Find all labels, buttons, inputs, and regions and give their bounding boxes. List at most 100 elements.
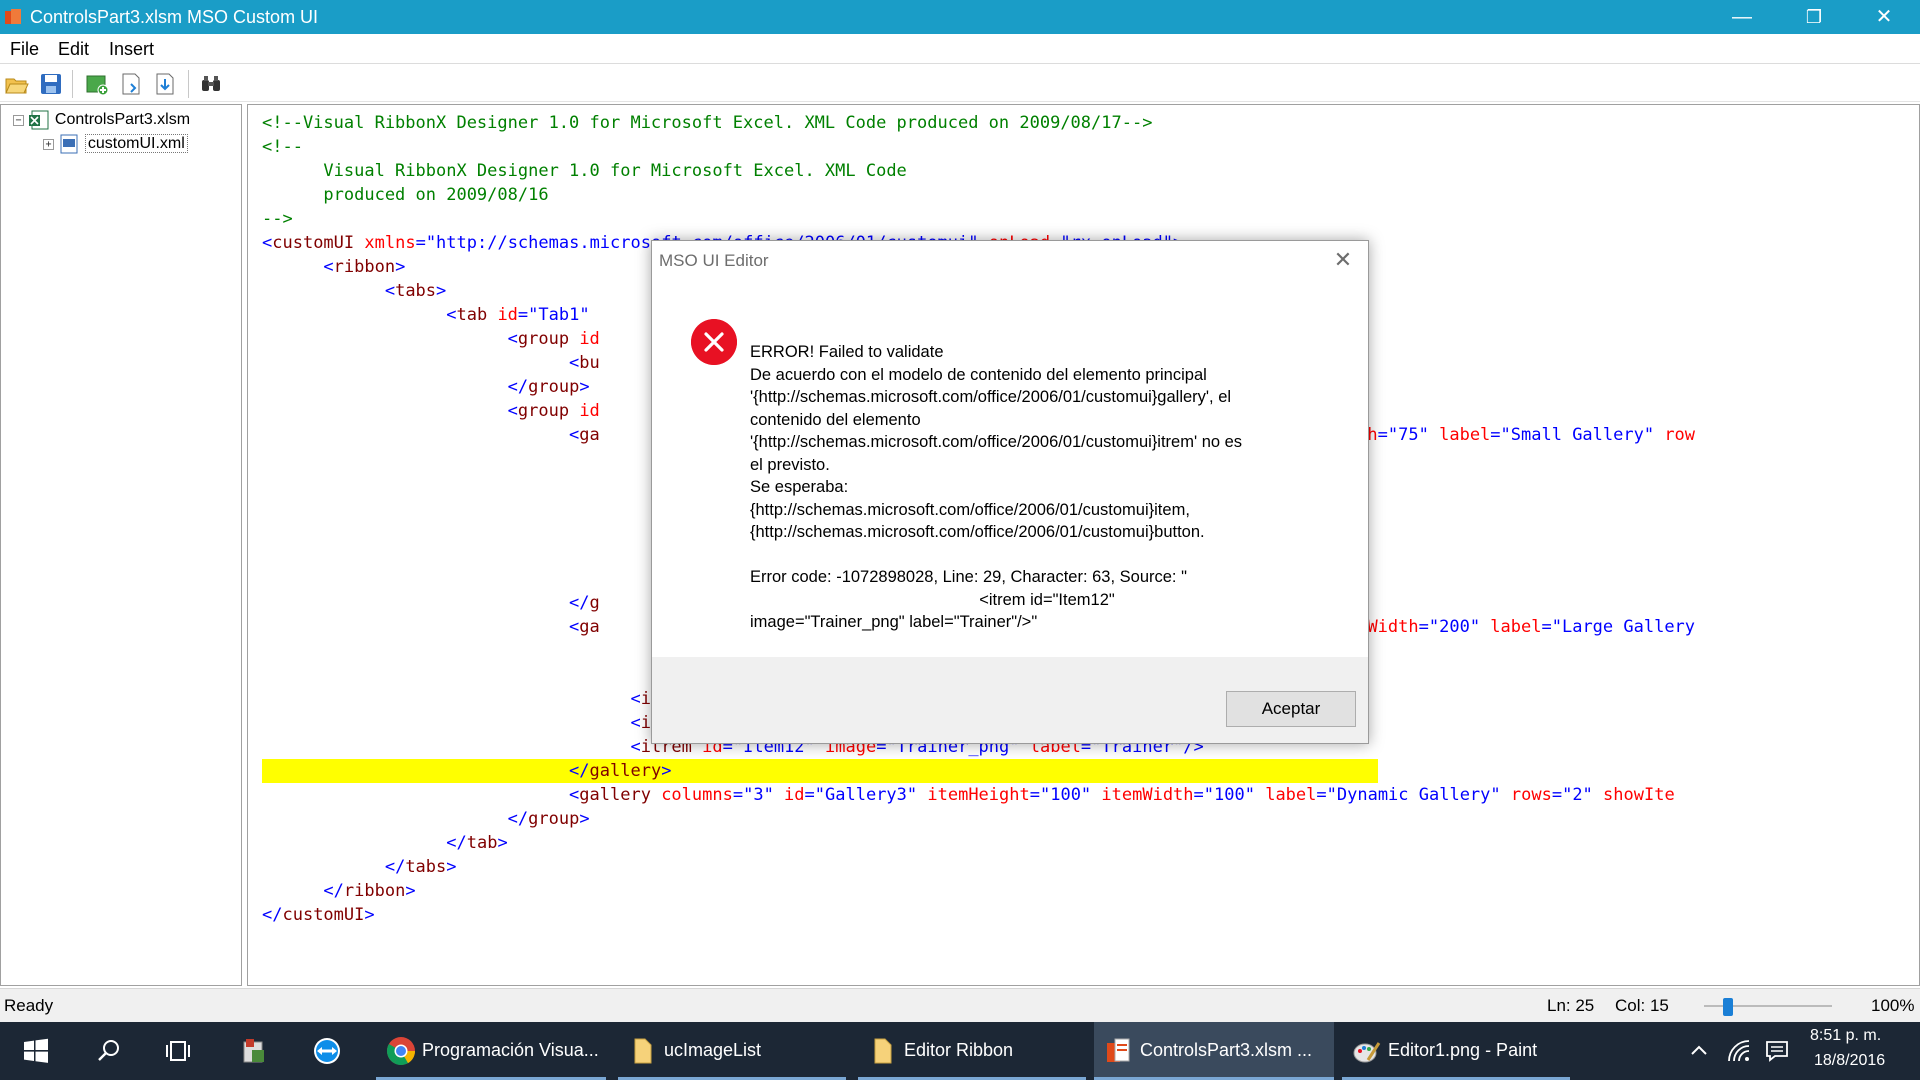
code-token: </ bbox=[507, 377, 529, 397]
code-token: ribbon bbox=[343, 881, 406, 901]
code-token: tab bbox=[466, 833, 498, 853]
menu-file[interactable]: File bbox=[10, 39, 39, 60]
excel-file-icon bbox=[29, 110, 49, 130]
taskbar-app-custom-ui-editor[interactable]: ControlsPart3.xlsm ... bbox=[1094, 1022, 1334, 1080]
code-token: = bbox=[1316, 785, 1327, 805]
code-token: > bbox=[579, 377, 590, 397]
code-token: g bbox=[589, 593, 600, 613]
taskbar-app-paint[interactable]: Editor1.png - Paint bbox=[1342, 1022, 1570, 1080]
zoom-level: 100% bbox=[1871, 996, 1915, 1015]
code-token: "Gallery3" bbox=[814, 785, 918, 805]
message-line: image="Trainer_png" label="Trainer"/>" bbox=[750, 613, 1038, 631]
code-line: Visual RibbonX Designer 1.0 for Microsof… bbox=[262, 159, 907, 183]
zoom-slider-thumb[interactable] bbox=[1723, 998, 1733, 1016]
code-token: ga bbox=[579, 617, 600, 637]
close-button[interactable]: ✕ bbox=[1848, 0, 1920, 34]
code-token: row bbox=[1654, 425, 1696, 445]
code-token: tabs bbox=[395, 281, 437, 301]
code-line: <ribbon> bbox=[262, 255, 405, 279]
line-indicator: Ln: 25 bbox=[1547, 996, 1595, 1015]
search-icon[interactable] bbox=[94, 1036, 124, 1066]
taskbar-app-ucimagelist[interactable]: ucImageList bbox=[618, 1022, 846, 1080]
menu-edit[interactable]: Edit bbox=[58, 39, 89, 60]
save-icon[interactable] bbox=[38, 71, 64, 97]
tree-item-customui[interactable]: + customUI.xml bbox=[43, 133, 188, 155]
restore-button[interactable]: ❐ bbox=[1778, 0, 1850, 34]
open-icon[interactable] bbox=[4, 71, 30, 97]
message-line: '{http://schemas.microsoft.com/office/20… bbox=[750, 388, 1232, 406]
code-token: > bbox=[436, 281, 447, 301]
code-token: < bbox=[569, 617, 580, 637]
code-line: </group> bbox=[262, 375, 590, 399]
message-line bbox=[750, 544, 1310, 567]
code-token: = bbox=[415, 233, 426, 253]
dialog-close-icon[interactable]: ✕ bbox=[1328, 245, 1358, 275]
insert-icons-icon[interactable] bbox=[84, 71, 110, 97]
code-token: group bbox=[528, 809, 580, 829]
error-dialog: MSO UI Editor ✕ ERROR! Failed to validat… bbox=[651, 240, 1369, 744]
code-token: > bbox=[405, 881, 416, 901]
code-token: < bbox=[569, 353, 580, 373]
wifi-icon[interactable] bbox=[1726, 1038, 1752, 1064]
action-center-icon[interactable] bbox=[1764, 1038, 1790, 1064]
code-token: < bbox=[630, 713, 641, 733]
code-token: </ bbox=[323, 881, 344, 901]
clock-date[interactable]: 18/8/2016 bbox=[1814, 1052, 1885, 1070]
code-token: group bbox=[517, 329, 570, 349]
code-token: = bbox=[1551, 785, 1563, 805]
code-token: "2" bbox=[1562, 785, 1593, 805]
windows-start-icon[interactable] bbox=[21, 1036, 51, 1066]
window-title: ControlsPart3.xlsm MSO Custom UI bbox=[30, 7, 319, 27]
tree-label-workbook: ControlsPart3.xlsm bbox=[54, 111, 191, 129]
code-token: id bbox=[487, 305, 518, 325]
code-token: showIte bbox=[1592, 785, 1675, 805]
folder-icon bbox=[634, 1038, 652, 1064]
taskbar-app-label: Editor1.png - Paint bbox=[1388, 1040, 1538, 1060]
code-line: <tab id="Tab1" bbox=[262, 303, 589, 327]
binoculars-icon[interactable] bbox=[198, 71, 224, 97]
task-view-icon[interactable] bbox=[163, 1036, 193, 1066]
collapse-icon[interactable]: − bbox=[13, 114, 24, 126]
generate-callbacks-icon[interactable] bbox=[152, 71, 178, 97]
pinned-app-icon[interactable] bbox=[238, 1036, 268, 1066]
message-line: Se esperaba: bbox=[750, 478, 849, 496]
code-token: "Small Gallery" bbox=[1500, 425, 1655, 445]
message-line: el previsto. bbox=[750, 455, 830, 474]
code-line: </tab> bbox=[262, 831, 507, 855]
code-line: --> bbox=[262, 207, 293, 231]
show-hidden-icons-icon[interactable] bbox=[1688, 1040, 1710, 1062]
expand-icon[interactable]: + bbox=[43, 138, 54, 150]
code-token: > bbox=[446, 857, 457, 877]
code-token: label bbox=[1428, 425, 1491, 445]
taskbar-app-editor-ribbon[interactable]: Editor Ribbon bbox=[858, 1022, 1086, 1080]
code-token: = bbox=[1377, 425, 1388, 445]
menu-insert[interactable]: Insert bbox=[109, 39, 154, 60]
code-line: </tabs> bbox=[262, 855, 457, 879]
taskbar-app-chrome[interactable]: Programación Visua... bbox=[376, 1022, 606, 1080]
validate-icon[interactable] bbox=[118, 71, 144, 97]
accept-button[interactable]: Aceptar bbox=[1226, 691, 1356, 727]
code-token: = bbox=[1490, 425, 1501, 445]
status-bar: Ready Ln: 25 Col: 15 100% bbox=[0, 988, 1920, 1022]
code-token: columns bbox=[650, 785, 733, 805]
code-token: = bbox=[804, 785, 815, 805]
code-line: </customUI> bbox=[262, 903, 375, 927]
code-token: Visual RibbonX Designer 1.0 for Microsof… bbox=[262, 161, 907, 181]
code-token: < bbox=[323, 257, 334, 277]
minimize-button[interactable]: — bbox=[1706, 0, 1778, 34]
tree-item-workbook[interactable]: − ControlsPart3.xlsm bbox=[13, 109, 190, 131]
taskbar-app-label: Editor Ribbon bbox=[904, 1040, 1014, 1060]
teamviewer-icon[interactable] bbox=[312, 1036, 342, 1066]
clock-time[interactable]: 8:51 p. m. bbox=[1810, 1027, 1881, 1045]
xml-file-icon bbox=[60, 134, 78, 154]
code-line: </g bbox=[262, 591, 600, 615]
code-token: "100" bbox=[1039, 785, 1092, 805]
